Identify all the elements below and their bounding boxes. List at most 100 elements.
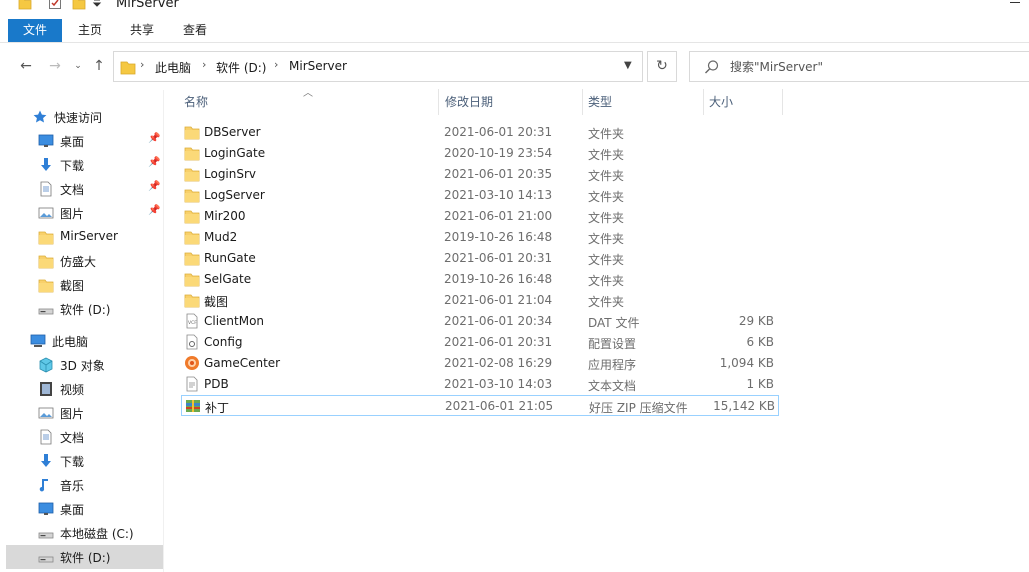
forward-arrow-icon[interactable]: →	[47, 58, 63, 74]
breadcrumb-mirserver[interactable]: MirServer	[289, 59, 347, 73]
file-row[interactable]: PDB 2021-03-10 14:03 文本文档 1 KB	[181, 374, 779, 395]
pin-icon[interactable]: 📌	[148, 205, 160, 216]
nav-pc-item-8[interactable]: 软件 (D:)	[6, 545, 163, 569]
folder-icon	[184, 292, 200, 308]
star-icon	[32, 109, 48, 125]
tab-home[interactable]: 主页	[70, 19, 110, 42]
column-divider[interactable]	[782, 89, 783, 115]
tab-share[interactable]: 共享	[122, 19, 162, 42]
file-type: 文件夹	[588, 169, 625, 183]
breadcrumb-this-pc[interactable]: 此电脑	[155, 59, 191, 76]
column-divider[interactable]	[703, 89, 704, 115]
breadcrumb-drive-d[interactable]: 软件 (D:)	[216, 59, 266, 76]
tab-file[interactable]: 文件	[8, 19, 62, 42]
file-name: Config	[204, 335, 243, 349]
nav-pc-item-1[interactable]: 视频	[6, 377, 163, 401]
nav-item-label: 桌面	[60, 135, 85, 149]
zip-archive-icon	[185, 398, 201, 414]
column-divider[interactable]	[582, 89, 583, 115]
nav-quick-access[interactable]: 快速访问	[6, 105, 163, 129]
back-arrow-icon[interactable]: ←	[18, 58, 34, 74]
file-list: ︿ 名称 修改日期 类型 大小 DBServer 2021-06-01 20:31…	[166, 86, 1029, 572]
file-row[interactable]: Mir200 2021-06-01 21:00 文件夹	[181, 206, 779, 227]
file-row[interactable]: LogServer 2021-03-10 14:13 文件夹	[181, 185, 779, 206]
folder-icon[interactable]	[18, 0, 32, 10]
address-bar[interactable]: › 此电脑 › 软件 (D:) › MirServer ▼	[113, 51, 643, 82]
pin-icon[interactable]: 📌	[148, 181, 160, 192]
tab-view[interactable]: 查看	[175, 19, 215, 42]
nav-item-label: 图片	[60, 207, 85, 221]
column-header-name[interactable]: 名称	[184, 89, 208, 115]
file-row[interactable]: SelGate 2019-10-26 16:48 文件夹	[181, 269, 779, 290]
app-icon	[184, 355, 200, 371]
nav-pc-item-5[interactable]: 音乐	[6, 473, 163, 497]
nav-quick-item-3[interactable]: 图片 📌	[6, 201, 163, 225]
file-date: 2021-06-01 20:31	[444, 125, 553, 139]
nav-quick-item-1[interactable]: 下载 📌	[6, 153, 163, 177]
file-name: Mud2	[204, 230, 238, 244]
search-box[interactable]	[689, 51, 1029, 82]
pictures-icon	[38, 205, 54, 221]
nav-pc-item-4[interactable]: 下载	[6, 449, 163, 473]
file-row[interactable]: GameCenter 2021-02-08 16:29 应用程序 1,094 KB	[181, 353, 779, 374]
title-bar: MirServer	[0, 0, 1029, 16]
file-row[interactable]: Config 2021-06-01 20:31 配置设置 6 KB	[181, 332, 779, 353]
file-row[interactable]: 补丁 2021-06-01 21:05 好压 ZIP 压缩文件 15,142 KB	[181, 395, 779, 416]
properties-check-icon[interactable]	[48, 0, 62, 10]
file-row[interactable]: VCF ClientMon 2021-06-01 20:34 DAT 文件 29 KB	[181, 311, 779, 332]
nav-quick-item-6[interactable]: 截图	[6, 273, 163, 297]
chevron-down-icon[interactable]: ▼	[624, 60, 632, 71]
nav-pc-item-2[interactable]: 图片	[6, 401, 163, 425]
nav-item-label: 下载	[60, 455, 85, 469]
folder-icon	[184, 208, 200, 224]
nav-quick-item-5[interactable]: 仿盛大	[6, 249, 163, 273]
file-row[interactable]: 截图 2021-06-01 21:04 文件夹	[181, 290, 779, 311]
nav-item-label: 视频	[60, 383, 85, 397]
customize-toolbar-icon[interactable]	[92, 0, 102, 10]
nav-this-pc[interactable]: 此电脑	[6, 329, 163, 353]
file-date: 2021-06-01 20:31	[444, 251, 553, 265]
breadcrumb-chevron-icon[interactable]: ›	[202, 58, 206, 71]
breadcrumb-chevron-icon[interactable]: ›	[274, 58, 278, 71]
nav-pc-item-3[interactable]: 文档	[6, 425, 163, 449]
file-row[interactable]: LoginGate 2020-10-19 23:54 文件夹	[181, 143, 779, 164]
nav-pc-item-0[interactable]: 3D 对象	[6, 353, 163, 377]
video-icon	[38, 381, 54, 397]
column-header-date[interactable]: 修改日期	[445, 89, 493, 115]
nav-item-label: 仿盛大	[60, 255, 97, 269]
new-folder-icon[interactable]	[72, 0, 86, 10]
folder-icon	[184, 124, 200, 140]
search-input[interactable]	[730, 58, 1020, 76]
recent-locations-icon[interactable]: ⌄	[70, 58, 86, 74]
nav-pc-item-7[interactable]: 本地磁盘 (C:)	[6, 521, 163, 545]
nav-item-label: 文档	[60, 431, 85, 445]
column-divider[interactable]	[438, 89, 439, 115]
pin-icon[interactable]: 📌	[148, 133, 160, 144]
folder-icon	[38, 253, 54, 269]
folder-icon	[184, 166, 200, 182]
file-type: 文件夹	[588, 127, 625, 141]
column-header-size[interactable]: 大小	[709, 89, 733, 115]
refresh-button[interactable]: ↻	[647, 51, 677, 82]
file-type: 文件夹	[588, 190, 625, 204]
file-name: LoginSrv	[204, 167, 257, 181]
file-row[interactable]: LoginSrv 2021-06-01 20:35 文件夹	[181, 164, 779, 185]
folder-icon	[38, 229, 54, 245]
file-date: 2021-06-01 21:00	[444, 209, 553, 223]
file-type: 文件夹	[588, 148, 625, 162]
minimize-button[interactable]	[1010, 2, 1020, 3]
breadcrumb-chevron-icon[interactable]: ›	[140, 58, 144, 71]
nav-quick-item-0[interactable]: 桌面 📌	[6, 129, 163, 153]
file-row[interactable]: Mud2 2019-10-26 16:48 文件夹	[181, 227, 779, 248]
nav-quick-item-7[interactable]: 软件 (D:)	[6, 297, 163, 321]
file-row[interactable]: RunGate 2021-06-01 20:31 文件夹	[181, 248, 779, 269]
nav-quick-item-4[interactable]: MirServer	[6, 225, 163, 249]
pin-icon[interactable]: 📌	[148, 157, 160, 168]
file-row[interactable]: DBServer 2021-06-01 20:31 文件夹	[181, 122, 779, 143]
up-arrow-icon[interactable]: ↑	[91, 58, 107, 74]
file-name: ClientMon	[204, 314, 265, 328]
nav-pc-item-6[interactable]: 桌面	[6, 497, 163, 521]
column-header-type[interactable]: 类型	[588, 89, 612, 115]
nav-quick-item-2[interactable]: 文档 📌	[6, 177, 163, 201]
nav-item-label: 桌面	[60, 503, 85, 517]
